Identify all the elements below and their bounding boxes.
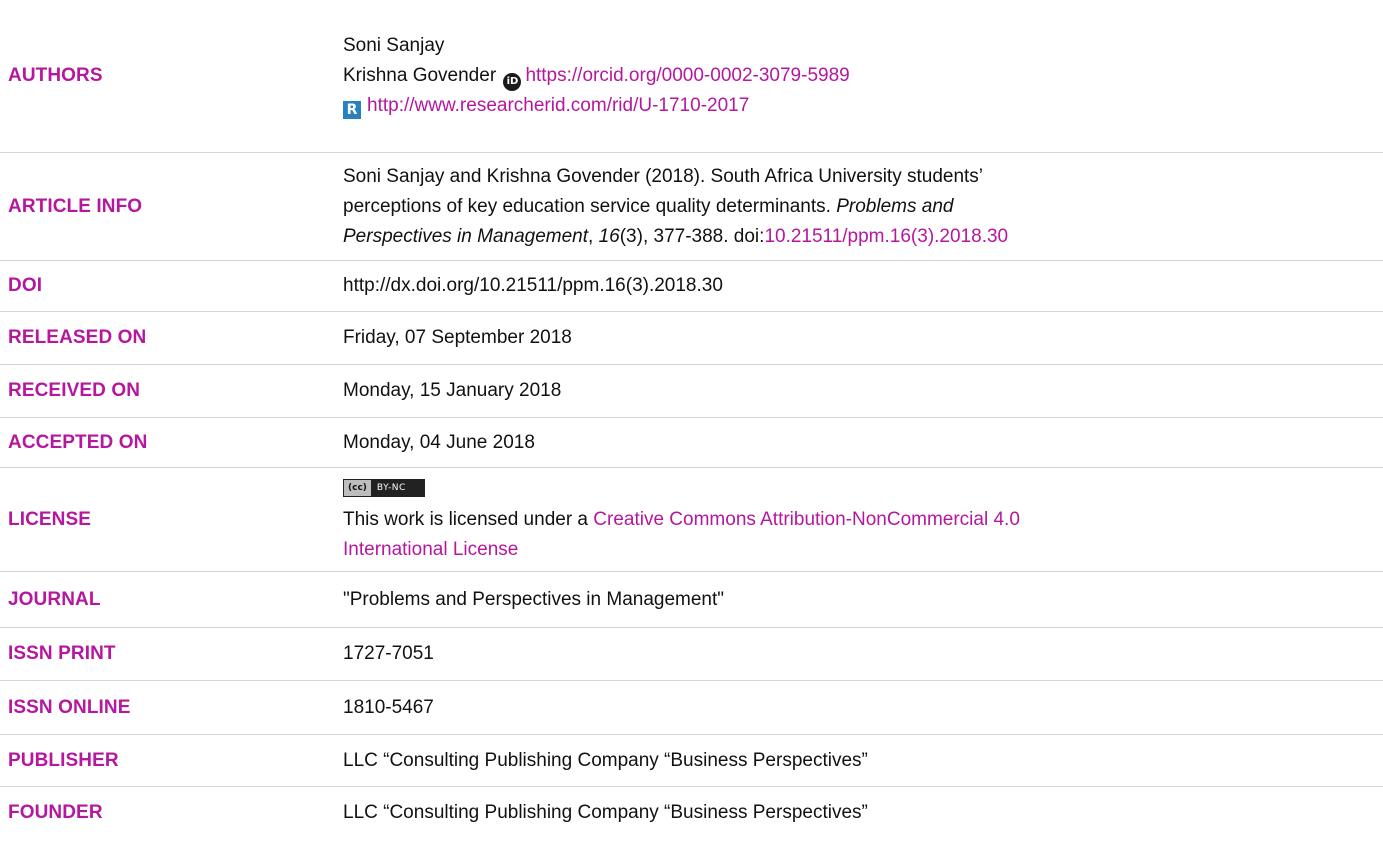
label-issn-print: ISSN PRINT bbox=[8, 643, 116, 664]
label-released-on: RELEASED ON bbox=[8, 327, 147, 348]
citation-comma: , bbox=[588, 225, 599, 247]
citation-text-2: perceptions of key education service qua… bbox=[343, 195, 837, 217]
orcid-icon: iD bbox=[503, 73, 522, 91]
value-authors: Soni Sanjay Krishna Govender iD https://o… bbox=[343, 31, 1383, 121]
citation-line-2: perceptions of key education service qua… bbox=[343, 192, 1363, 222]
citation-line-1: Soni Sanjay and Krishna Govender (2018).… bbox=[343, 165, 984, 187]
row-issn-print: ISSN PRINT 1727-7051 bbox=[0, 628, 1383, 681]
label-journal: JOURNAL bbox=[8, 588, 101, 610]
value-journal: "Problems and Perspectives in Management… bbox=[343, 588, 725, 610]
label-doi: DOI bbox=[8, 275, 43, 296]
row-doi: DOI http://dx.doi.org/10.21511/ppm.16(3)… bbox=[0, 261, 1383, 312]
license-text-prefix: This work is licensed under a bbox=[343, 508, 594, 530]
label-publisher: PUBLISHER bbox=[8, 749, 119, 771]
label-accepted-on: ACCEPTED ON bbox=[8, 431, 148, 453]
citation-volume: 16 bbox=[598, 225, 620, 247]
label-authors: AUTHORS bbox=[8, 65, 103, 86]
value-publisher: LLC “Consulting Publishing Company “Busi… bbox=[343, 749, 868, 771]
value-license: (cc) BY-NC This work is licensed under a… bbox=[343, 475, 1383, 565]
author-2: Krishna Govender bbox=[343, 65, 497, 86]
license-line-2: International License bbox=[343, 535, 1363, 565]
value-founder: LLC “Consulting Publishing Company “Busi… bbox=[343, 802, 868, 823]
author-2-line: Krishna Govender iD https://orcid.org/000… bbox=[343, 61, 1363, 91]
researcherid-icon: R bbox=[343, 101, 361, 119]
citation-issue-pages: (3), 377-388 bbox=[619, 225, 724, 247]
citation-journal-part-2: Perspectives in Management bbox=[343, 225, 589, 247]
row-founder: FOUNDER LLC “Consulting Publishing Compa… bbox=[0, 787, 1383, 839]
label-article-info: ARTICLE INFO bbox=[8, 195, 143, 217]
label-founder: FOUNDER bbox=[8, 802, 103, 823]
value-article-info: Soni Sanjay and Krishna Govender (2018).… bbox=[343, 162, 1383, 252]
row-released-on: RELEASED ON Friday, 07 September 2018 bbox=[0, 312, 1383, 365]
row-journal: JOURNAL "Problems and Perspectives in Ma… bbox=[0, 572, 1383, 628]
row-authors: AUTHORS Soni Sanjay Krishna Govender iD h… bbox=[0, 0, 1383, 153]
license-link-continued[interactable]: International License bbox=[343, 539, 518, 560]
orcid-link[interactable]: https://orcid.org/0000-0002-3079-5989 bbox=[525, 65, 849, 86]
label-received-on: RECEIVED ON bbox=[8, 380, 141, 401]
citation-doi-prefix: . doi: bbox=[723, 225, 765, 247]
value-issn-online: 1810-5467 bbox=[343, 696, 434, 718]
license-line-1: This work is licensed under a Creative C… bbox=[343, 505, 1363, 535]
cc-license-badge-icon[interactable]: (cc) BY-NC bbox=[343, 479, 425, 498]
row-accepted-on: ACCEPTED ON Monday, 04 June 2018 bbox=[0, 418, 1383, 468]
researcherid-link[interactable]: http://www.researcherid.com/rid/U-1710-2… bbox=[367, 95, 749, 116]
citation-journal-part-1: Problems and bbox=[836, 195, 954, 217]
article-metadata-table: AUTHORS Soni Sanjay Krishna Govender iD h… bbox=[0, 0, 1383, 839]
author-1: Soni Sanjay bbox=[343, 35, 445, 56]
license-link[interactable]: Creative Commons Attribution-NonCommerci… bbox=[593, 509, 1020, 530]
citation-doi-link[interactable]: 10.21511/ppm.16(3).2018.30 bbox=[764, 226, 1008, 247]
value-released-on: Friday, 07 September 2018 bbox=[343, 327, 572, 348]
row-publisher: PUBLISHER LLC “Consulting Publishing Com… bbox=[0, 735, 1383, 787]
label-issn-online: ISSN ONLINE bbox=[8, 696, 131, 718]
cc-badge-by-nc: BY-NC bbox=[376, 483, 406, 494]
researcherid-line: Rhttp://www.researcherid.com/rid/U-1710-… bbox=[343, 91, 1363, 121]
value-received-on: Monday, 15 January 2018 bbox=[343, 380, 562, 401]
row-license: LICENSE (cc) BY-NC This work is licensed… bbox=[0, 468, 1383, 572]
label-license: LICENSE bbox=[8, 508, 92, 530]
row-received-on: RECEIVED ON Monday, 15 January 2018 bbox=[0, 365, 1383, 418]
value-doi: http://dx.doi.org/10.21511/ppm.16(3).201… bbox=[343, 275, 723, 296]
cc-badge-cc: (cc) bbox=[344, 480, 371, 497]
value-accepted-on: Monday, 04 June 2018 bbox=[343, 431, 535, 453]
row-issn-online: ISSN ONLINE 1810-5467 bbox=[0, 681, 1383, 735]
row-article-info: ARTICLE INFO Soni Sanjay and Krishna Gov… bbox=[0, 153, 1383, 261]
value-issn-print: 1727-7051 bbox=[343, 643, 434, 664]
citation-line-3: Perspectives in Management, 16(3), 377-3… bbox=[343, 222, 1363, 252]
